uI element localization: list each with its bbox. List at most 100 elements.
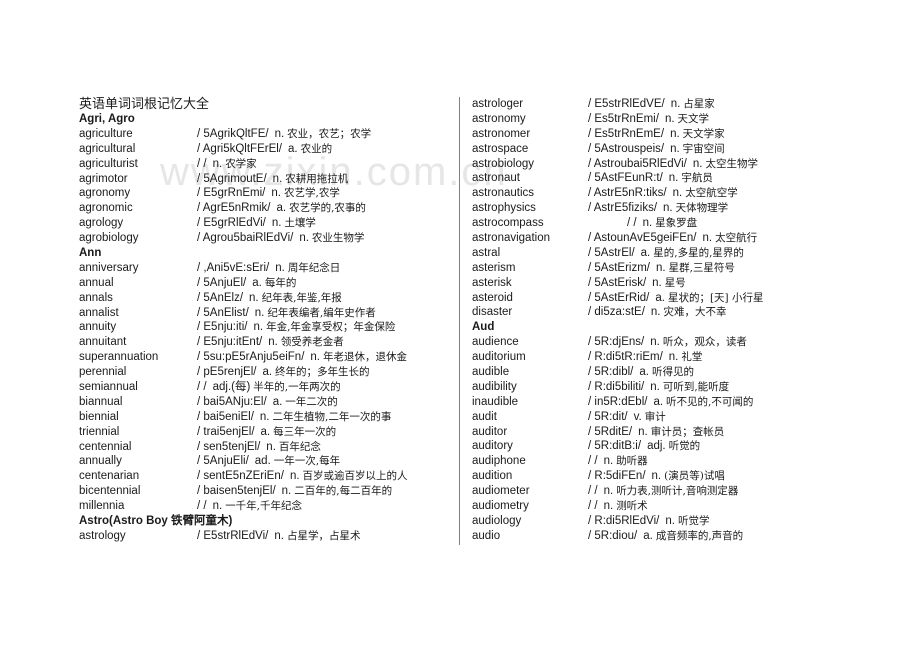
entry-word: agronomy bbox=[79, 187, 131, 200]
entry-word: astronautics bbox=[472, 187, 535, 200]
entry-phonetic: / 5AgrimoutE/ bbox=[197, 172, 267, 185]
entry-part-of-speech: adj. bbox=[647, 440, 666, 453]
word-entry: asterism / 5AstErizm/n. 星群,三星符号 bbox=[472, 261, 812, 276]
entry-meaning: 礼堂 bbox=[681, 351, 703, 364]
entry-meaning: 农业的 bbox=[300, 142, 333, 155]
document-title: 英语单词词根记忆大全 bbox=[79, 97, 210, 112]
word-entry: annually / 5AnjuEli/ad. 一年一次,每年 bbox=[79, 454, 449, 469]
entry-word: agriculture bbox=[79, 127, 133, 140]
entry-meaning: 成音频率的,声音的 bbox=[655, 529, 744, 542]
entry-phonetic: / 5AstErizm/ bbox=[588, 261, 650, 274]
entry-part-of-speech: n. bbox=[271, 187, 281, 200]
entry-meaning: 一年二次的 bbox=[285, 395, 338, 408]
entry-definition: / 5AstErRid/a. 星状的；[天] 小行星 bbox=[588, 291, 763, 306]
entry-meaning: 审计 bbox=[644, 410, 666, 423]
word-entry: anniversary / ,Ani5vE:sEri/n. 周年纪念日 bbox=[79, 261, 449, 276]
entry-definition: / / adj.(每) 半年的,一年两次的 bbox=[197, 380, 341, 395]
word-entry: annual / 5AnjuEl/a. 每年的 bbox=[79, 276, 449, 291]
section-heading: Agri, Agro bbox=[79, 113, 135, 125]
entry-word: audition bbox=[472, 470, 513, 483]
entry-part-of-speech: a. bbox=[639, 366, 649, 379]
entry-word: astronaut bbox=[472, 172, 520, 185]
entry-definition: / R:5diFEn/n. (演员等)试唱 bbox=[588, 469, 725, 484]
entry-phonetic: / AstrE5fiziks/ bbox=[588, 202, 658, 215]
entry-definition: / di5za:stE/n. 灾难，大不幸 bbox=[588, 305, 726, 320]
entry-word: centenarian bbox=[79, 470, 140, 483]
entry-word: astrobiology bbox=[472, 157, 535, 170]
entry-meaning: 终年的；多年生长的 bbox=[275, 366, 370, 379]
entry-word: annals bbox=[79, 291, 113, 304]
entry-part-of-speech: n. bbox=[651, 470, 662, 483]
entry-part-of-speech: n. bbox=[655, 261, 666, 274]
left-entry-list: Agri, Agro agriculture/ 5AgrikQltFE/n. 农业，… bbox=[79, 112, 449, 544]
entry-phonetic: / E5strRlEdVE/ bbox=[588, 98, 665, 110]
word-entry: asterisk / 5AstErisk/n. 星号 bbox=[472, 276, 812, 291]
entry-part-of-speech: n. bbox=[259, 410, 270, 423]
word-entry: bicentennial / baisen5tenjEl/n. 二百年的,每二百年的 bbox=[79, 484, 449, 499]
entry-part-of-speech: n. bbox=[702, 232, 713, 245]
word-entry: audiometer / / n. 听力表,测听计,音响测定器 bbox=[472, 484, 812, 499]
entry-word: agriculturist bbox=[79, 157, 138, 170]
entry-meaning: 占星学，占星术 bbox=[286, 529, 361, 542]
entry-definition: / E5nju:iti/n. 年金,年金享受权；年金保险 bbox=[197, 320, 395, 335]
entry-word: agrology bbox=[79, 217, 124, 230]
entry-meaning: 纪年表编者,编年史作者 bbox=[267, 306, 376, 319]
entry-phonetic: / Es5trRnEmE/ bbox=[588, 127, 665, 140]
entry-phonetic: / 5AgrikQltFE/ bbox=[197, 127, 269, 140]
entry-meaning: 年金,年金享受权；年金保险 bbox=[266, 321, 396, 334]
entry-meaning: 二百年的,每二百年的 bbox=[294, 485, 393, 498]
word-entry: astrospace / 5Astrouspeis/n. 宇宙空间 bbox=[472, 142, 812, 157]
entry-part-of-speech: a. bbox=[272, 395, 283, 408]
entry-word: centennial bbox=[79, 440, 132, 453]
entry-word: biennial bbox=[79, 410, 119, 423]
entry-meaning: 听不见的,不可闻的 bbox=[666, 395, 754, 408]
entry-part-of-speech: n. bbox=[249, 291, 259, 304]
entry-word: audience bbox=[472, 336, 519, 349]
entry-definition: / E5nju:itEnt/n. 领受养老金者 bbox=[197, 335, 344, 350]
entry-word: astral bbox=[472, 246, 501, 259]
entry-word: astronavigation bbox=[472, 232, 550, 245]
entry-phonetic: / 5R:ditB:i/ bbox=[588, 440, 642, 453]
word-entry: biannual / bai5ANju:El/a. 一年二次的 bbox=[79, 395, 449, 410]
word-entry: astrologer / E5strRlEdVE/n. 占星家 bbox=[472, 97, 812, 112]
entry-definition: / / n. 测听术 bbox=[588, 499, 648, 514]
entry-part-of-speech: a. bbox=[288, 142, 298, 155]
entry-phonetic: / AgrE5nRmik/ bbox=[197, 202, 271, 215]
entry-word: triennial bbox=[79, 425, 120, 438]
word-entry: asteroid / 5AstErRid/a. 星状的；[天] 小行星 bbox=[472, 291, 812, 306]
entry-definition: / trai5enjEl/a. 每三年一次的 bbox=[197, 425, 336, 440]
entry-word: semiannual bbox=[79, 381, 138, 394]
entry-word: annually bbox=[79, 455, 122, 468]
entry-definition: / Agrou5baiRlEdVi/n. 农业生物学 bbox=[197, 231, 364, 246]
word-entry: agrobiology / Agrou5baiRlEdVi/n. 农业生物学 bbox=[79, 231, 449, 246]
entry-meaning: 每年的 bbox=[264, 276, 297, 289]
entry-meaning: 助听器 bbox=[616, 455, 648, 468]
entry-phonetic: / 5Astrouspeis/ bbox=[588, 142, 665, 155]
word-entry: astronaut / 5AstFEunR:t/n. 宇航员 bbox=[472, 171, 812, 186]
entry-definition: / E5strRlEdVi/n. 占星学，占星术 bbox=[197, 529, 360, 544]
entry-definition: / Es5trRnEmE/n. 天文学家 bbox=[588, 127, 725, 142]
entry-meaning: 审计员；查帐员 bbox=[650, 425, 725, 438]
entry-word: astrocompass bbox=[472, 217, 544, 230]
entry-definition: / bai5ANju:El/a. 一年二次的 bbox=[197, 395, 338, 410]
entry-definition: / / n. 听力表,测听计,音响测定器 bbox=[588, 484, 738, 499]
entry-phonetic: / ,Ani5vE:sEri/ bbox=[197, 261, 270, 274]
entry-meaning: 土壤学 bbox=[284, 217, 316, 230]
word-entry: audit / 5R:dit/v. 审计 bbox=[472, 410, 812, 425]
entry-word: astronomy bbox=[472, 112, 526, 125]
word-entry: disaster / di5za:stE/n. 灾难，大不幸 bbox=[472, 305, 812, 320]
entry-definition: / E5grRlEdVi/n. 土壤学 bbox=[197, 216, 316, 231]
entry-part-of-speech: n. bbox=[668, 172, 679, 185]
entry-meaning: 一年一次,每年 bbox=[273, 455, 341, 468]
entry-definition: / 5AgrimoutE/n. 农耕用拖拉机 bbox=[197, 172, 348, 187]
entry-meaning: 二年生植物,二年一次的事 bbox=[272, 410, 392, 423]
right-column: astrologer / E5strRlEdVE/n. 占星家 astronomy / … bbox=[472, 97, 812, 544]
entry-word: astrology bbox=[79, 529, 126, 542]
entry-meaning: 测听术 bbox=[616, 500, 648, 513]
entry-phonetic: / bai5ANju:El/ bbox=[197, 395, 267, 408]
entry-meaning: 农业生物学 bbox=[311, 232, 365, 245]
entry-meaning: 灾难，大不幸 bbox=[663, 306, 727, 319]
entry-definition: / in5R:dEbl/a. 听不见的,不可闻的 bbox=[588, 395, 753, 410]
entry-part-of-speech: n. bbox=[603, 455, 614, 468]
entry-definition: / 5AstFEunR:t/n. 宇航员 bbox=[588, 171, 713, 186]
